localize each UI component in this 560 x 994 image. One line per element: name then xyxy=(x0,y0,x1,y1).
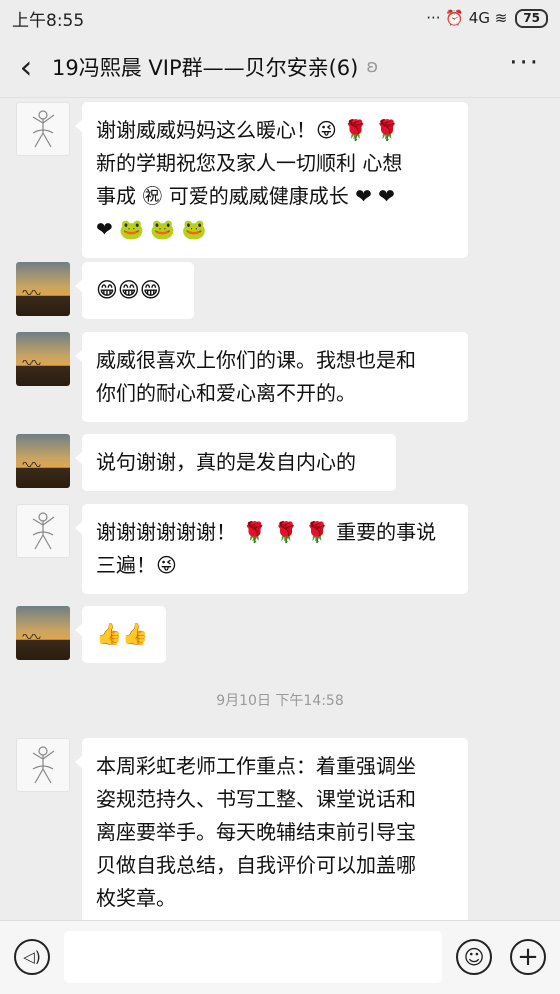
dancer-avatar-icon xyxy=(32,746,55,784)
message-line: 贝做自我总结，自我评价可以加盖哪 xyxy=(96,853,416,877)
more-options-icon[interactable]: ··· xyxy=(509,48,540,78)
message-row: ᴖᴗᴖᴗ 👍👍 xyxy=(16,606,166,663)
message-line: 谢谢谢谢谢谢！ 🌹 🌹 🌹 重要的事说 xyxy=(96,520,437,544)
chat-timestamp: 9月10日 下午14:58 xyxy=(216,693,344,709)
message-line: 离座要举手。每天晚辅结束前引导宝 xyxy=(96,820,416,844)
message-row: 谢谢威威妈妈这么暖心！😜 🌹 🌹 新的学期祝您及家人一切顺利 心想 事成 ㊗ 可… xyxy=(16,102,468,258)
chat-title: 19冯熙晨 VIP群——贝尔安亲(6) xyxy=(52,55,359,80)
message-line: 你们的耐心和爱心离不开的。 xyxy=(96,381,356,405)
voice-input-icon[interactable]: ◁) xyxy=(14,939,50,975)
message-line: 事成 ㊗ 可爱的威威健康成长 ❤ ❤ xyxy=(96,184,395,208)
dancer-avatar-icon xyxy=(32,512,55,550)
avatar[interactable] xyxy=(16,102,70,156)
camel-silhouette-icon: ᴖᴗᴖᴗ xyxy=(22,632,41,642)
camel-silhouette-icon: ᴖᴗᴖᴗ xyxy=(22,358,41,368)
camel-silhouette-icon: ᴖᴗᴖᴗ xyxy=(22,288,41,298)
plus-icon[interactable]: + xyxy=(510,939,546,975)
message-line: ❤ 🐸 🐸 🐸 xyxy=(96,217,207,241)
message-bubble[interactable]: 😁😁😁 xyxy=(75,262,194,319)
avatar[interactable]: ᴖᴗᴖᴗ xyxy=(16,262,70,316)
message-row: ᴖᴗᴖᴗ 😁😁😁 xyxy=(16,262,194,319)
avatar[interactable]: ᴖᴗᴖᴗ xyxy=(16,606,70,660)
avatar[interactable]: ᴖᴗᴖᴗ xyxy=(16,434,70,488)
message-line: 谢谢威威妈妈这么暖心！😜 🌹 🌹 xyxy=(96,118,400,142)
dancer-avatar-icon xyxy=(32,110,55,148)
message-bubble[interactable]: 谢谢谢谢谢谢！ 🌹 🌹 🌹 重要的事说 三遍！😜 xyxy=(75,504,468,594)
message-row: ᴖᴗᴖᴗ 威威很喜欢上你们的课。我想也是和 你们的耐心和爱心离不开的。 xyxy=(16,332,468,422)
earpiece-mode-icon: ʚ xyxy=(366,56,379,77)
avatar[interactable] xyxy=(16,504,70,558)
message-bubble[interactable]: 本周彩虹老师工作重点：着重强调坐 姿规范持久、书写工整、课堂说话和 离座要举手。… xyxy=(75,738,468,920)
message-line: 新的学期祝您及家人一切顺利 心想 xyxy=(96,151,403,175)
message-line: 本周彩虹老师工作重点：着重强调坐 xyxy=(96,754,416,778)
message-row: 本周彩虹老师工作重点：着重强调坐 姿规范持久、书写工整、课堂说话和 离座要举手。… xyxy=(16,738,468,920)
input-bar: ◁) ☺ + xyxy=(0,920,560,994)
battery-icon: 75 xyxy=(515,8,548,28)
message-line: 说句谢谢，真的是发自内心的 xyxy=(96,450,356,474)
message-line: 姿规范持久、书写工整、课堂说话和 xyxy=(96,787,416,811)
status-icons: ··· ⏰ 4G ≋ 75 xyxy=(426,8,548,28)
message-input[interactable] xyxy=(64,931,442,983)
message-bubble[interactable]: 说句谢谢，真的是发自内心的 xyxy=(75,434,396,491)
message-line: 😁😁😁 xyxy=(96,278,162,302)
signal-indicators: ··· ⏰ 4G ≋ xyxy=(426,9,508,27)
message-line: 三遍！😜 xyxy=(96,553,177,577)
message-row: ᴖᴗᴖᴗ 说句谢谢，真的是发自内心的 xyxy=(16,434,396,491)
message-line: 👍👍 xyxy=(96,622,149,646)
camel-silhouette-icon: ᴖᴗᴖᴗ xyxy=(22,460,41,470)
message-list[interactable]: 谢谢威威妈妈这么暖心！😜 🌹 🌹 新的学期祝您及家人一切顺利 心想 事成 ㊗ 可… xyxy=(0,98,560,920)
emoji-icon[interactable]: ☺ xyxy=(456,939,492,975)
message-bubble[interactable]: 👍👍 xyxy=(75,606,166,663)
message-line: 枚奖章。 xyxy=(96,886,176,910)
chat-header: ‹ 19冯熙晨 VIP群——贝尔安亲(6) ʚ ··· xyxy=(0,36,560,98)
message-line: 威威很喜欢上你们的课。我想也是和 xyxy=(96,348,416,372)
avatar[interactable]: ᴖᴗᴖᴗ xyxy=(16,332,70,386)
message-bubble[interactable]: 谢谢威威妈妈这么暖心！😜 🌹 🌹 新的学期祝您及家人一切顺利 心想 事成 ㊗ 可… xyxy=(75,102,468,258)
back-icon[interactable]: ‹ xyxy=(0,36,52,98)
message-bubble[interactable]: 威威很喜欢上你们的课。我想也是和 你们的耐心和爱心离不开的。 xyxy=(75,332,468,422)
status-bar: 上午8:55 ··· ⏰ 4G ≋ 75 xyxy=(0,0,560,36)
avatar[interactable] xyxy=(16,738,70,792)
status-time: 上午8:55 xyxy=(12,10,85,31)
message-row: 谢谢谢谢谢谢！ 🌹 🌹 🌹 重要的事说 三遍！😜 xyxy=(16,504,468,594)
